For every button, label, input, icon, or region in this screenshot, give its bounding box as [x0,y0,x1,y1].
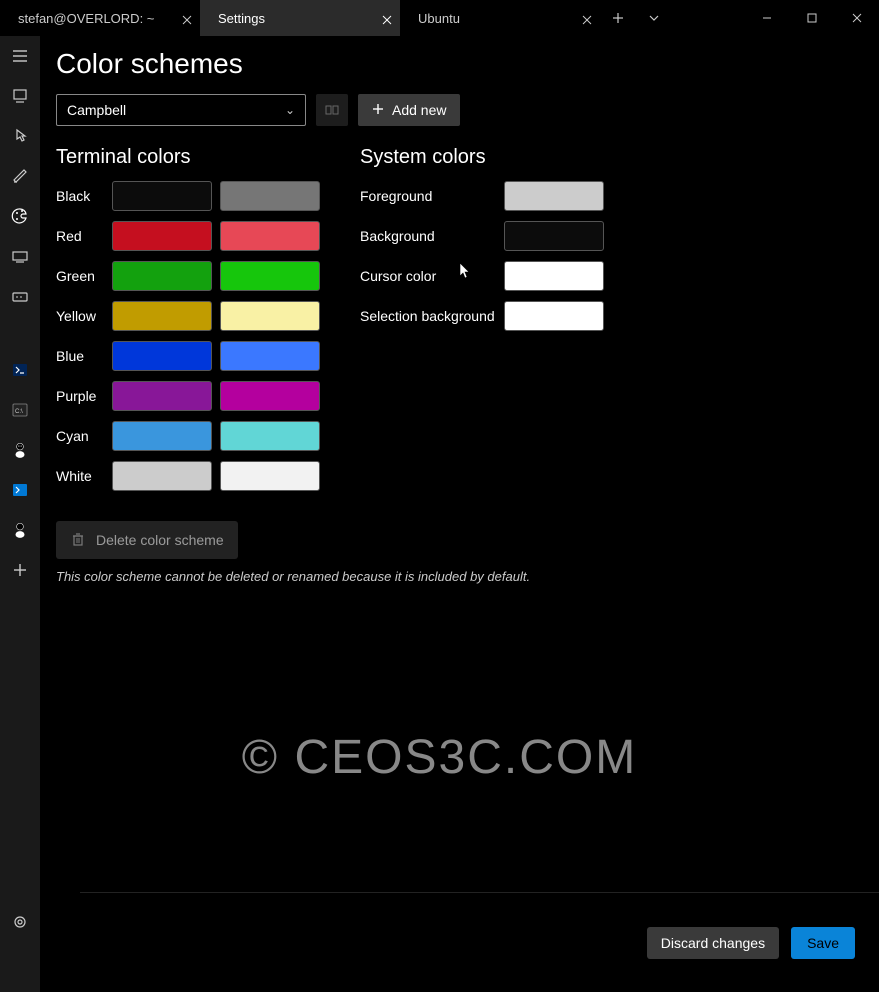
minimize-button[interactable] [744,0,789,36]
color-swatch-bright[interactable] [220,261,320,291]
color-swatch-normal[interactable] [112,421,212,451]
close-icon[interactable] [582,13,592,23]
color-swatch-normal[interactable] [112,181,212,211]
system-color-label: Foreground [360,188,504,204]
discard-button[interactable]: Discard changes [647,927,779,959]
system-colors-column: System colors Foreground Background Curs… [360,146,604,501]
color-swatch-normal[interactable] [112,381,212,411]
gear-icon[interactable] [10,912,30,932]
terminal-color-row: White [56,461,320,491]
terminal-color-row: Yellow [56,301,320,331]
color-swatch-bright[interactable] [220,421,320,451]
profile-wsl-icon[interactable] [10,520,30,540]
system-color-row: Selection background [360,301,604,331]
color-label: White [56,468,104,484]
profile-azure-icon[interactable] [10,480,30,500]
plus-icon [372,102,384,118]
appearance-icon[interactable] [10,166,30,186]
terminal-colors-column: Terminal colors Black Red Green Yellow B… [56,146,320,501]
color-swatch-bright[interactable] [220,301,320,331]
terminal-colors-heading: Terminal colors [56,146,320,169]
system-color-swatch[interactable] [504,181,604,211]
terminal-color-row: Black [56,181,320,211]
interaction-icon[interactable] [10,126,30,146]
scheme-select[interactable]: Campbell ⌄ [56,94,306,126]
color-swatch-bright[interactable] [220,461,320,491]
add-new-label: Add new [392,102,446,118]
terminal-color-row: Green [56,261,320,291]
titlebar: stefan@OVERLORD: ~ Settings Ubuntu [0,0,879,36]
color-label: Green [56,268,104,284]
trash-icon [70,531,86,550]
system-color-row: Foreground [360,181,604,211]
terminal-color-row: Red [56,221,320,251]
footer: Discard changes Save [80,892,879,992]
system-colors-heading: System colors [360,146,604,169]
color-schemes-icon[interactable] [10,206,30,226]
actions-icon[interactable] [10,286,30,306]
tab-label: Settings [218,11,265,26]
color-swatch-bright[interactable] [220,181,320,211]
color-label: Cyan [56,428,104,444]
chevron-down-icon: ⌄ [285,103,295,117]
startup-icon[interactable] [10,86,30,106]
tab-terminal-1[interactable]: stefan@OVERLORD: ~ [0,0,200,36]
maximize-button[interactable] [789,0,834,36]
scheme-note: This color scheme cannot be deleted or r… [56,569,863,584]
system-color-swatch[interactable] [504,261,604,291]
color-swatch-normal[interactable] [112,221,212,251]
color-label: Purple [56,388,104,404]
color-label: Blue [56,348,104,364]
color-swatch-normal[interactable] [112,461,212,491]
save-button[interactable]: Save [791,927,855,959]
close-window-button[interactable] [834,0,879,36]
svg-text:C:\: C:\ [15,409,23,415]
page-title: Color schemes [56,48,863,80]
close-icon[interactable] [382,13,392,23]
terminal-color-row: Blue [56,341,320,371]
profile-ubuntu-icon[interactable] [10,440,30,460]
settings-sidebar: C:\ [0,36,40,992]
color-swatch-normal[interactable] [112,341,212,371]
new-tab-button[interactable] [600,0,636,36]
color-swatch-bright[interactable] [220,381,320,411]
terminal-color-row: Cyan [56,421,320,451]
tab-settings[interactable]: Settings [200,0,400,36]
color-swatch-normal[interactable] [112,301,212,331]
tab-terminal-2[interactable]: Ubuntu [400,0,600,36]
color-swatch-bright[interactable] [220,221,320,251]
tab-label: stefan@OVERLORD: ~ [18,11,154,26]
system-color-swatch[interactable] [504,221,604,251]
menu-icon[interactable] [10,46,30,66]
profile-cmd-icon[interactable]: C:\ [10,400,30,420]
rendering-icon[interactable] [10,246,30,266]
add-profile-icon[interactable] [10,560,30,580]
color-label: Black [56,188,104,204]
system-color-row: Cursor color [360,261,604,291]
color-label: Red [56,228,104,244]
new-tab-dropdown[interactable] [636,0,672,36]
terminal-color-row: Purple [56,381,320,411]
system-color-label: Selection background [360,308,504,324]
system-color-label: Cursor color [360,268,504,284]
color-label: Yellow [56,308,104,324]
color-swatch-normal[interactable] [112,261,212,291]
rename-scheme-button [316,94,348,126]
system-color-row: Background [360,221,604,251]
tab-label: Ubuntu [418,11,460,26]
color-swatch-bright[interactable] [220,341,320,371]
delete-scheme-label: Delete color scheme [96,532,224,548]
delete-scheme-button: Delete color scheme [56,521,238,559]
close-icon[interactable] [182,13,192,23]
scheme-selected-label: Campbell [67,102,126,118]
system-color-label: Background [360,228,504,244]
system-color-swatch[interactable] [504,301,604,331]
profile-powershell-icon[interactable] [10,360,30,380]
add-new-button[interactable]: Add new [358,94,460,126]
